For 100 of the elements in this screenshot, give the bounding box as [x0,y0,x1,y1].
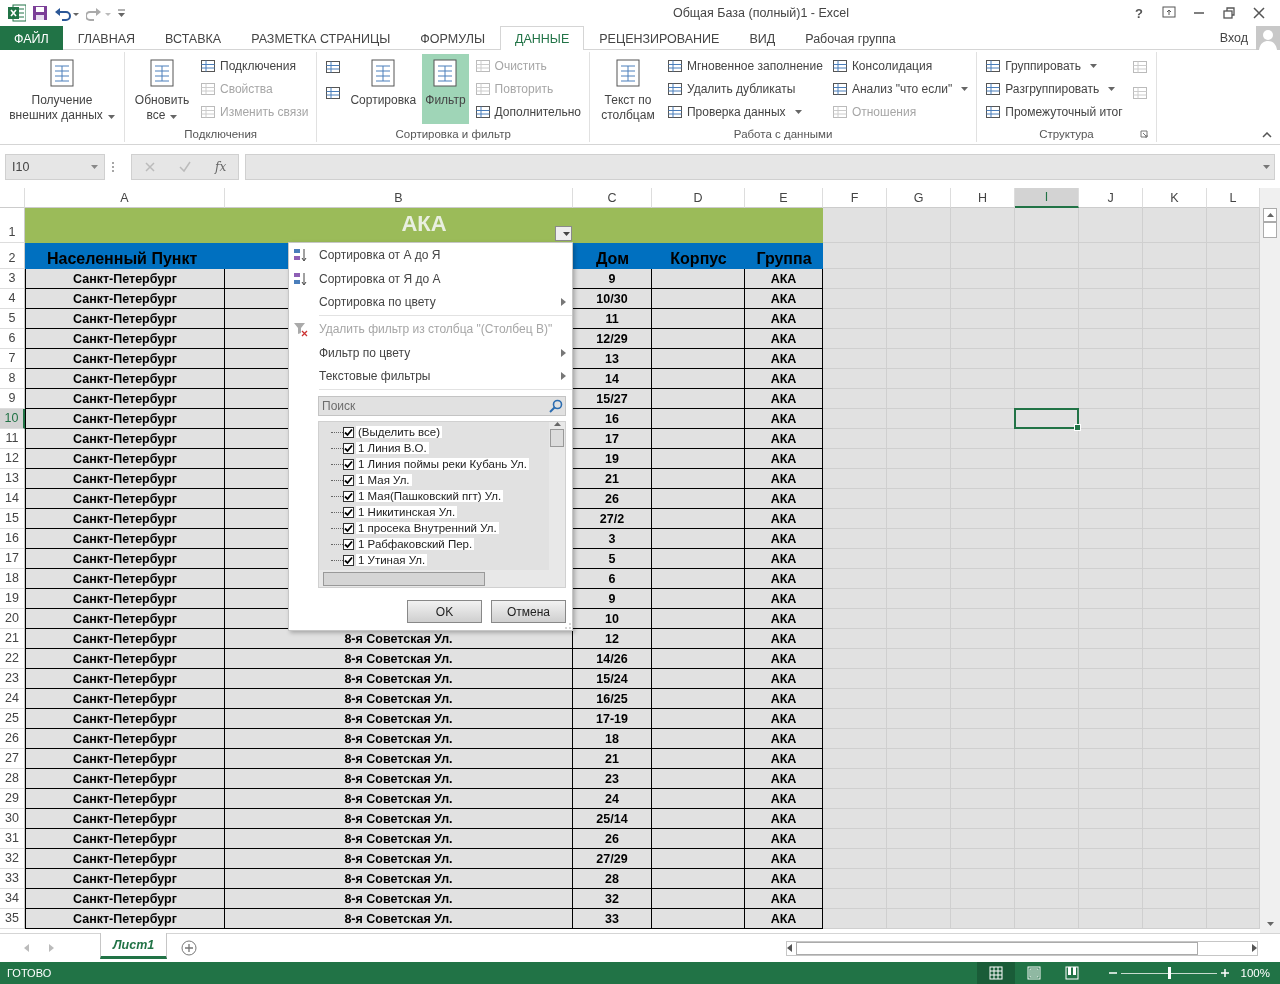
menu-item[interactable]: Текстовые фильтры [289,364,572,389]
row-header[interactable]: 19 [0,589,25,609]
scroll-thumb[interactable] [796,941,1198,955]
add-sheet-icon[interactable] [181,940,198,956]
ribbon-display-icon[interactable] [1161,5,1177,21]
close-icon[interactable] [1251,5,1267,21]
zoom-out-icon[interactable] [1108,969,1117,977]
row-header[interactable]: 35 [0,909,25,929]
row-header[interactable]: 14 [0,489,25,509]
ribbon-button[interactable]: Разгруппировать [982,77,1126,100]
empty-cell[interactable] [652,529,745,549]
dialog-button[interactable]: OK [407,600,482,624]
list-item[interactable]: 1 Утиная Ул. [356,554,428,567]
row-header[interactable]: 28 [0,769,25,789]
table-icon[interactable] [325,59,342,75]
row-header[interactable]: 20 [0,609,25,629]
ribbon-button[interactable]: Сортировка [347,54,420,124]
name-box[interactable]: I10 [5,153,105,180]
ribbon-tab[interactable]: Рабочая группа [790,26,911,50]
empty-cell[interactable] [652,709,745,729]
ribbon-button[interactable]: Промежуточный итог [982,100,1126,123]
empty-cell[interactable] [652,869,745,889]
row-header[interactable]: 15 [0,509,25,529]
row-header[interactable]: 4 [0,289,25,309]
filter-button[interactable] [555,226,572,241]
column-header[interactable]: I [1015,188,1079,208]
row-header[interactable]: 34 [0,889,25,909]
previous-sheet-icon[interactable] [24,944,29,952]
resize-grip-icon[interactable] [565,623,571,629]
enter-icon[interactable] [179,160,192,173]
list-item[interactable]: 1 Рабфаковский Пер. [356,538,475,551]
view-button[interactable] [976,962,1015,984]
empty-cell[interactable] [652,489,745,509]
scroll-up-button[interactable] [1263,208,1277,222]
help-button[interactable]: ? [1124,2,1154,24]
ribbon-button[interactable]: Текст по столбцам [594,54,661,124]
search-field[interactable]: Поиск [318,396,566,417]
row-header[interactable]: 2 [0,243,25,269]
ribbon-tab[interactable]: ВИД [734,26,791,50]
scroll-thumb[interactable] [1263,222,1277,238]
row-header[interactable]: 24 [0,689,25,709]
ribbon-button[interactable]: Получение внешних данных [5,54,119,124]
row-header[interactable]: 27 [0,749,25,769]
redo-icon[interactable] [86,5,112,21]
row-header[interactable]: 11 [0,429,25,449]
checkbox[interactable] [343,442,354,454]
ribbon-tab[interactable]: ДАННЫЕ [499,26,585,50]
customize-icon[interactable] [118,8,126,18]
ribbon-button[interactable]: Удалить дубликаты [663,77,826,100]
collapse-ribbon-icon[interactable] [1262,132,1272,138]
empty-cell[interactable] [652,409,745,429]
list-item[interactable]: 1 Мая(Пашковский пгт) Ул. [356,490,504,503]
menu-item[interactable]: Фильтр по цвету [289,340,572,365]
empty-cell[interactable] [652,849,745,869]
empty-cell[interactable] [652,429,745,449]
empty-cell[interactable] [652,389,745,409]
undo-icon[interactable] [54,5,80,21]
ribbon-button[interactable]: Проверка данных [663,100,826,123]
ribbon-tab[interactable]: ГЛАВНАЯ [62,26,151,50]
row-header[interactable]: 18 [0,569,25,589]
ribbon-button[interactable]: Анализ "что если" [828,77,972,100]
empty-cell[interactable] [652,689,745,709]
ribbon-button[interactable]: Подключения [197,54,312,77]
checkbox[interactable] [343,538,354,550]
row-header[interactable]: 26 [0,729,25,749]
ribbon-tab[interactable]: РЕЦЕНЗИРОВАНИЕ [584,26,735,50]
row-header[interactable]: 30 [0,809,25,829]
empty-cell[interactable] [652,569,745,589]
list-item[interactable]: 1 Никитинская Ул. [356,506,458,519]
vertical-scrollbar[interactable] [549,422,565,573]
empty-cell[interactable] [652,829,745,849]
checkbox[interactable] [343,506,354,518]
list-item[interactable]: (Выделить все) [356,426,443,439]
row-header[interactable]: 31 [0,829,25,849]
ribbon-tab[interactable]: РАЗМЕТКА СТРАНИЦЫ [236,26,406,50]
empty-cell[interactable] [652,309,745,329]
horizontal-scrollbar[interactable] [786,940,1258,956]
empty-cell[interactable] [652,809,745,829]
empty-cell[interactable] [652,469,745,489]
menu-item[interactable]: Сортировка от Я до А [289,266,572,291]
slider-thumb[interactable] [1167,967,1171,979]
checkbox[interactable] [343,426,354,438]
row-header[interactable]: 8 [0,369,25,389]
empty-cell[interactable] [652,769,745,789]
list-item[interactable]: 1 Мая Ул. [356,474,412,487]
sign-in-link[interactable]: Вход [1219,30,1248,45]
ribbon-button[interactable]: Мгновенное заполнение [663,54,826,77]
ribbon-button[interactable]: Дополнительно [471,100,584,123]
row-header[interactable]: 5 [0,309,25,329]
dialog-launcher-icon[interactable] [1139,130,1148,138]
row-header[interactable]: 25 [0,709,25,729]
row-header[interactable]: 6 [0,329,25,349]
empty-cell[interactable] [652,909,745,929]
ribbon-tab[interactable]: ВСТАВКА [150,26,237,50]
empty-cell[interactable] [652,749,745,769]
formula-field[interactable] [245,153,1275,180]
empty-cell[interactable] [652,889,745,909]
row-header[interactable]: 23 [0,669,25,689]
empty-cell[interactable] [652,789,745,809]
row-header[interactable]: 22 [0,649,25,669]
